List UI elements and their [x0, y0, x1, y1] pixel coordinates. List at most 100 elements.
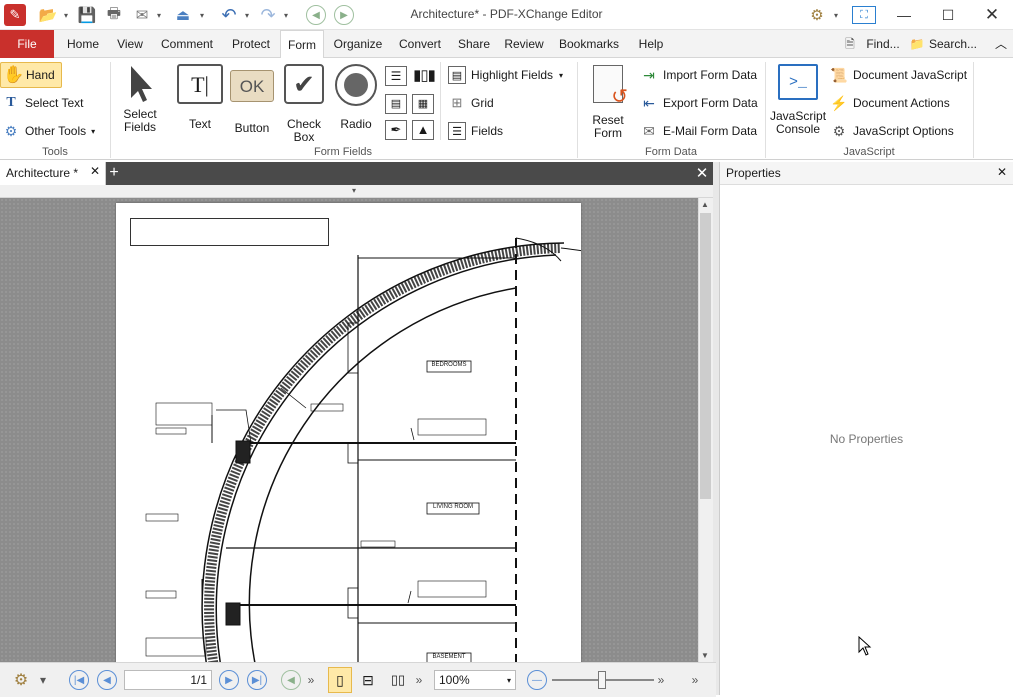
settings-gear-icon[interactable]: ⚙	[8, 670, 34, 690]
room-label: LIVING ROOM	[432, 504, 473, 510]
zoom-field[interactable]: 100% ▾	[434, 670, 516, 690]
text-field-button[interactable]: T| Text	[174, 64, 226, 131]
mouse-cursor-icon	[858, 635, 872, 661]
radio-button[interactable]: Radio	[332, 64, 380, 131]
reset-form-button[interactable]: ↺ Reset Form	[582, 64, 634, 140]
pdf-page: BEDROOMS LIVING ROOM BASEMENT	[116, 203, 581, 662]
arrow-cursor-icon	[120, 64, 160, 104]
barcode-icon[interactable]: ▮▯▮	[412, 66, 436, 86]
reset-form-icon: ↺	[588, 64, 628, 107]
zoom-dropdown-icon[interactable]: ▾	[507, 676, 511, 685]
hand-tool-button[interactable]: ✋ Hand	[0, 62, 62, 88]
single-page-view-icon[interactable]: ▯	[328, 667, 352, 693]
previous-view-icon[interactable]: ◀	[280, 670, 302, 690]
check-box-label: Check Box	[286, 117, 321, 144]
ribbon: ✋ Hand T Select Text ⚙ Other Tools ▾ Too…	[0, 58, 1013, 160]
list-box-icon[interactable]: ☰	[385, 66, 407, 86]
menu-review[interactable]: Review	[500, 30, 548, 58]
search-icon[interactable]: 📁	[906, 30, 928, 58]
previous-page-icon[interactable]: ◀	[96, 670, 118, 690]
date-field-icon[interactable]: ▦	[412, 94, 434, 114]
close-window-icon[interactable]: ✕	[970, 0, 1013, 30]
find-button[interactable]: Find...	[862, 30, 904, 58]
fields-button[interactable]: ☰ Fields	[448, 121, 503, 141]
menu-file[interactable]: File	[0, 30, 54, 58]
settings-dropdown-icon[interactable]: ▾	[38, 670, 48, 690]
highlight-fields-button[interactable]: ▤ Highlight Fields ▾	[448, 65, 563, 85]
continuous-view-icon[interactable]: ⊟	[356, 670, 380, 690]
text-field-icon: T|	[177, 64, 223, 104]
minimize-icon[interactable]: —	[882, 0, 926, 30]
zoom-slider-thumb[interactable]	[598, 671, 606, 689]
menu-comment[interactable]: Comment	[154, 30, 220, 58]
select-fields-button[interactable]: Select Fields	[116, 64, 164, 134]
ribbon-separator	[765, 62, 766, 158]
scroll-down-icon[interactable]: ▼	[701, 651, 709, 660]
maximize-icon[interactable]: ☐	[926, 0, 970, 30]
document-tab[interactable]: Architecture * ✕	[0, 162, 106, 185]
javascript-options-button[interactable]: ⚙ JavaScript Options	[830, 121, 954, 141]
fullscreen-icon[interactable]: ⛶	[852, 6, 876, 24]
find-icon[interactable]: 🗎	[840, 30, 860, 58]
export-form-data-button[interactable]: ⇤ Export Form Data	[640, 93, 758, 113]
close-properties-icon[interactable]: ✕	[997, 165, 1007, 179]
first-page-icon[interactable]: |◀	[68, 670, 90, 690]
top-splitter[interactable]: ▾	[0, 185, 716, 198]
close-tab-icon[interactable]: ✕	[90, 164, 100, 178]
page-number-field[interactable]: 1/1	[124, 670, 212, 690]
menu-help[interactable]: Help	[630, 30, 672, 58]
zoom-value: 100%	[439, 673, 470, 687]
page-layout-dropdown-icon[interactable]: »	[414, 670, 424, 690]
new-tab-icon[interactable]: +	[106, 162, 122, 185]
check-box-button[interactable]: ✔ Check Box	[280, 64, 328, 144]
menu-view[interactable]: View	[112, 30, 148, 58]
text-field-label: Text	[188, 117, 211, 131]
document-view[interactable]: BEDROOMS LIVING ROOM BASEMENT	[0, 198, 698, 662]
email-form-data-button[interactable]: ✉ E-Mail Form Data	[640, 121, 757, 141]
signature-field-icon[interactable]: ✒	[385, 120, 407, 140]
select-text-label: Select Text	[25, 96, 84, 110]
menu-home[interactable]: Home	[60, 30, 106, 58]
collapse-ribbon-icon[interactable]: ︿	[992, 30, 1010, 58]
ui-options-icon[interactable]: ⚙	[804, 4, 830, 26]
menu-bookmarks[interactable]: Bookmarks	[554, 30, 624, 58]
import-label: Import Form Data	[663, 68, 758, 82]
menu-protect[interactable]: Protect	[226, 30, 276, 58]
select-text-button[interactable]: T Select Text	[2, 93, 83, 113]
zoom-more-icon[interactable]: »	[656, 670, 666, 690]
button-field-button[interactable]: OK Button	[228, 64, 276, 135]
document-tab-label: Architecture *	[6, 166, 79, 180]
scroll-thumb[interactable]	[700, 213, 711, 499]
highlight-fields-dropdown-icon: ▾	[559, 70, 564, 80]
email-form-icon: ✉	[643, 123, 655, 139]
ui-options-dropdown-icon[interactable]: ▾	[832, 4, 840, 26]
document-javascript-button[interactable]: 📜 Document JavaScript	[830, 65, 967, 85]
next-page-icon[interactable]: ▶	[218, 670, 240, 690]
last-page-icon[interactable]: ▶|	[246, 670, 268, 690]
import-form-data-button[interactable]: ⇥ Import Form Data	[640, 65, 757, 85]
form-fields-group-label: Form Fields	[313, 146, 373, 158]
export-icon: ⇤	[643, 95, 655, 111]
expand-status-icon[interactable]: »	[688, 670, 702, 690]
highlight-fields-label: Highlight Fields	[471, 68, 554, 82]
combo-box-icon[interactable]: ▤	[385, 94, 407, 114]
javascript-console-button[interactable]: >_ JavaScript Console	[770, 64, 826, 136]
document-js-label: Document JavaScript	[853, 68, 968, 82]
menu-convert[interactable]: Convert	[392, 30, 448, 58]
document-actions-button[interactable]: ⚡ Document Actions	[830, 93, 949, 113]
scroll-up-icon[interactable]: ▲	[701, 200, 709, 209]
menu-share[interactable]: Share	[454, 30, 494, 58]
zoom-out-icon[interactable]: —	[526, 670, 548, 690]
view-history-dropdown-icon[interactable]: »	[306, 670, 316, 690]
menu-organize[interactable]: Organize	[330, 30, 386, 58]
menu-form[interactable]: Form	[280, 30, 324, 59]
architecture-drawing	[145, 237, 581, 662]
other-tools-button[interactable]: ⚙ Other Tools ▾	[2, 121, 95, 141]
zoom-slider[interactable]	[552, 670, 654, 690]
close-document-icon[interactable]: ✕	[690, 162, 714, 185]
search-button[interactable]: Search...	[928, 30, 978, 58]
other-tools-dropdown-icon: ▾	[91, 126, 96, 136]
facing-view-icon[interactable]: ▯▯	[384, 670, 412, 690]
image-field-icon[interactable]: ▲	[412, 120, 434, 140]
grid-button[interactable]: ⊞ Grid	[448, 93, 494, 113]
